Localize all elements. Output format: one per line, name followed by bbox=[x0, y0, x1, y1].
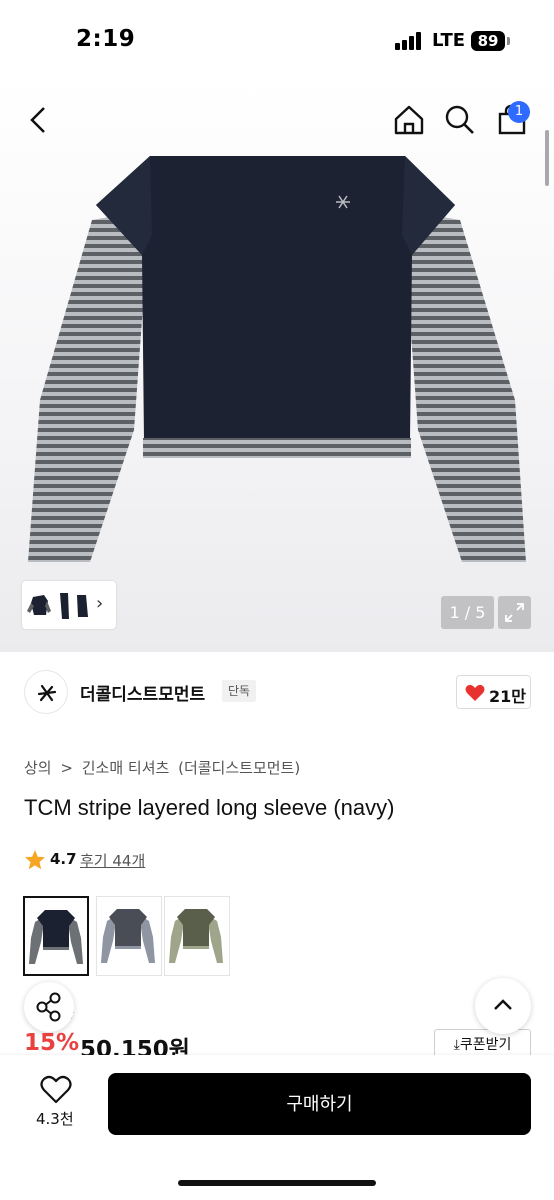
share-icon bbox=[36, 992, 61, 1022]
breadcrumb-separator: > bbox=[60, 759, 73, 777]
product-photo bbox=[28, 156, 526, 562]
signal-icon bbox=[395, 32, 425, 50]
brand-like-button[interactable]: 21만 bbox=[456, 675, 531, 709]
thumbnail-images bbox=[27, 593, 88, 619]
expand-icon bbox=[505, 603, 524, 622]
breadcrumb-item-category[interactable]: 상의 bbox=[24, 759, 52, 777]
search-icon[interactable] bbox=[440, 100, 480, 140]
star-icon bbox=[25, 850, 45, 870]
discount-rate: 15% bbox=[24, 1030, 80, 1056]
brand-name-link[interactable]: 더콜디스트모먼트 bbox=[80, 680, 205, 705]
heart-outline-icon bbox=[40, 1075, 72, 1104]
network-type: LTE bbox=[432, 30, 466, 51]
variant-image bbox=[101, 909, 155, 963]
product-image-gallery[interactable] bbox=[0, 80, 554, 652]
home-indicator bbox=[178, 1180, 376, 1186]
chevron-up-icon bbox=[494, 999, 512, 1010]
brand-logo[interactable] bbox=[24, 670, 68, 714]
color-variant-khaki[interactable] bbox=[164, 896, 230, 976]
chevron-right-icon: › bbox=[96, 593, 104, 614]
variant-image bbox=[169, 909, 223, 963]
brand-like-count: 21만 bbox=[489, 687, 526, 706]
breadcrumb-item-brand[interactable]: (더콜디스트모먼트) bbox=[178, 759, 300, 777]
rating-value: 4.7 bbox=[50, 850, 77, 868]
cart-count-badge: 1 bbox=[508, 101, 530, 123]
breadcrumb: 상의 > 긴소매 티셔츠 (더콜디스트모먼트) bbox=[24, 757, 304, 778]
breadcrumb-item-subcategory[interactable]: 긴소매 티셔츠 bbox=[82, 759, 170, 777]
product-title: TCM stripe layered long sleeve (navy) bbox=[24, 795, 395, 820]
wishlist-button[interactable] bbox=[40, 1075, 72, 1109]
color-variant-charcoal[interactable] bbox=[96, 896, 162, 976]
buy-button[interactable]: 구매하기 bbox=[108, 1073, 531, 1135]
image-page-indicator: 1 / 5 bbox=[441, 596, 494, 629]
variant-image bbox=[29, 910, 83, 964]
review-count-link[interactable]: 후기 44개 bbox=[80, 850, 145, 871]
battery-icon: 89 bbox=[471, 31, 505, 51]
scroll-to-top-button[interactable] bbox=[475, 978, 531, 1034]
share-button[interactable] bbox=[24, 982, 74, 1032]
home-icon[interactable] bbox=[389, 100, 429, 140]
battery-tip bbox=[507, 37, 510, 45]
expand-image-button[interactable] bbox=[498, 596, 531, 629]
back-button[interactable] bbox=[22, 98, 58, 142]
status-time: 2:19 bbox=[76, 26, 136, 52]
thumbnail-strip-button[interactable]: › bbox=[22, 581, 116, 629]
heart-icon bbox=[465, 684, 485, 701]
color-variant-navy[interactable] bbox=[23, 896, 89, 976]
coupon-label: 쿠폰받기 bbox=[459, 1036, 512, 1052]
status-bar: 2:19 LTE 89 bbox=[0, 0, 554, 80]
scrollbar[interactable] bbox=[545, 130, 549, 186]
wishlist-count: 4.3천 bbox=[36, 1110, 74, 1128]
exclusive-badge: 단독 bbox=[222, 680, 257, 702]
